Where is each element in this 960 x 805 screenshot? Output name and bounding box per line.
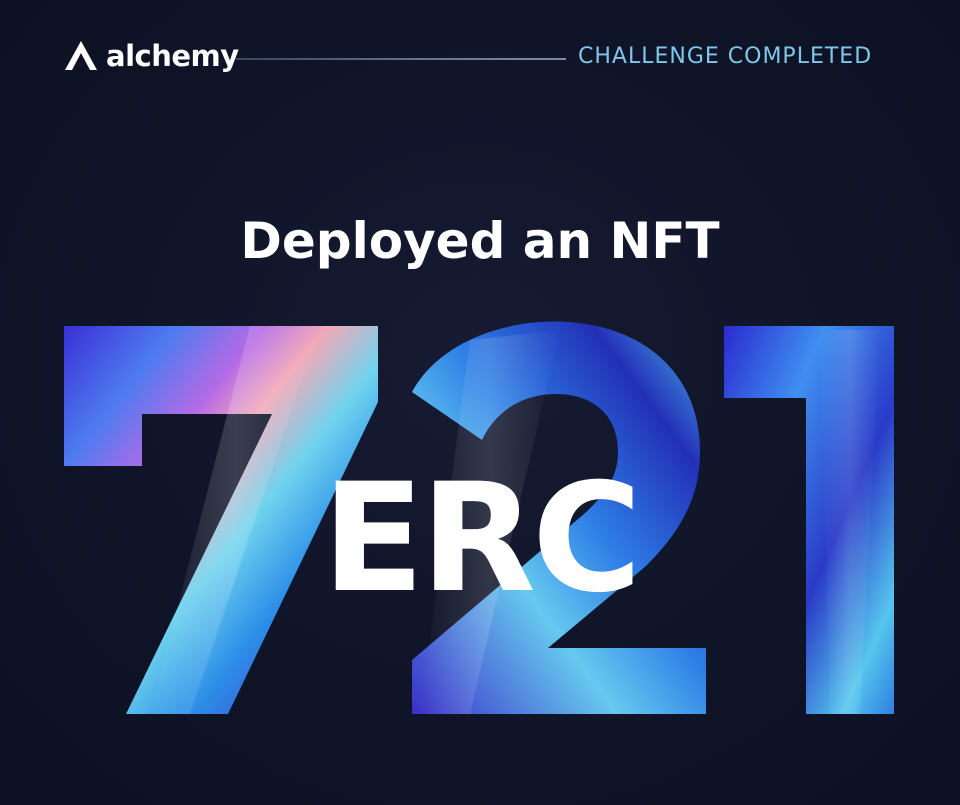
challenge-card: alchemy CHALLENGE COMPLETED Deployed an … <box>0 0 960 805</box>
erc-721-artwork: ERC <box>64 321 894 714</box>
erc-label: ERC <box>322 452 638 626</box>
digit-1-glyph <box>724 326 894 714</box>
